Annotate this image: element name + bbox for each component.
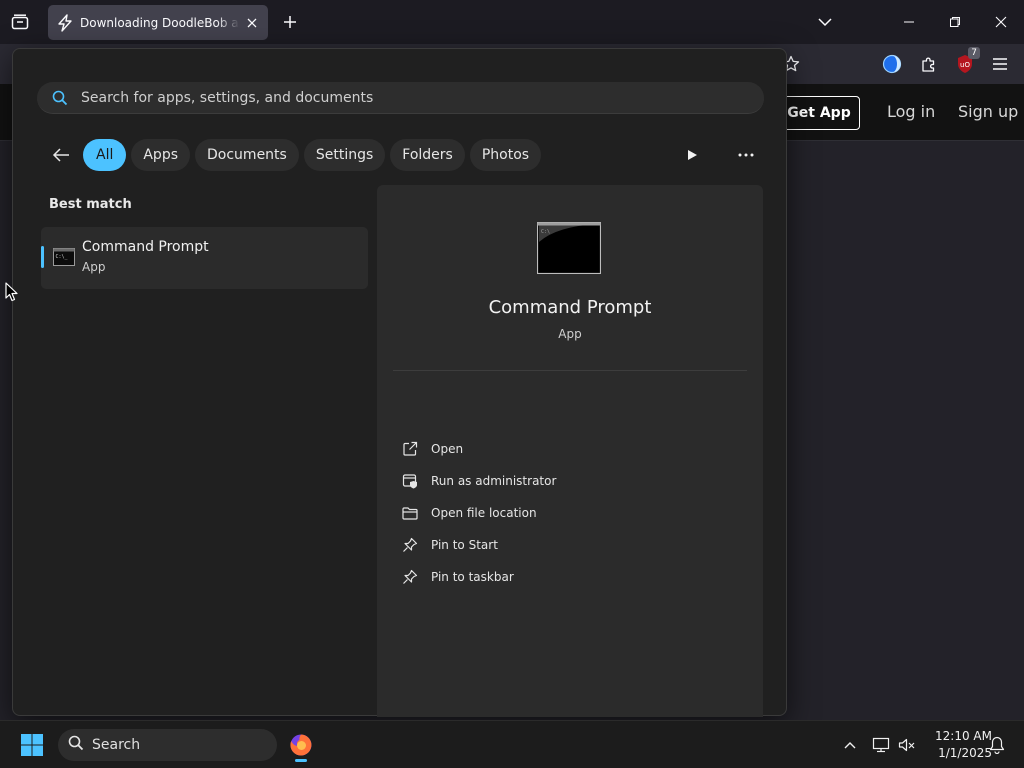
taskbar-search-label: Search (92, 737, 141, 753)
command-prompt-large-icon: C:\ (536, 221, 602, 275)
selection-indicator (41, 246, 44, 268)
filter-bar: All Apps Documents Settings Folders Phot… (47, 138, 546, 172)
svg-text:C:\: C:\ (541, 229, 550, 235)
result-preview-pane: C:\ Command Prompt App Open Run as admin… (377, 185, 763, 717)
action-pin-to-start-label: Pin to Start (431, 538, 498, 552)
back-arrow-icon[interactable] (47, 141, 75, 169)
folder-icon (401, 504, 419, 522)
clock-time: 12:10 AM (935, 729, 992, 743)
filter-all[interactable]: All (83, 139, 127, 171)
search-icon (68, 735, 84, 755)
filter-documents[interactable]: Documents (195, 139, 299, 171)
preview-title: Command Prompt (488, 297, 652, 318)
action-open[interactable]: Open (401, 438, 463, 460)
search-icon (51, 89, 69, 107)
notification-bell-icon[interactable] (986, 734, 1008, 756)
filter-settings[interactable]: Settings (303, 139, 386, 171)
close-tab-icon[interactable] (244, 15, 260, 31)
taskbar: Search 12:10 AM 1/1/2025 (0, 720, 1024, 768)
action-pin-to-start[interactable]: Pin to Start (401, 534, 498, 556)
action-open-file-location[interactable]: Open file location (401, 502, 537, 524)
firefox-taskbar-icon[interactable] (284, 726, 318, 764)
list-all-tabs-chevron-icon[interactable] (814, 11, 836, 33)
minimize-icon[interactable] (898, 11, 920, 33)
preview-subtitle: App (558, 327, 582, 341)
clock-date: 1/1/2025 (938, 746, 992, 760)
action-run-as-admin[interactable]: Run as administrator (401, 470, 556, 492)
volume-muted-icon[interactable] (896, 734, 918, 756)
filter-photos[interactable]: Photos (469, 139, 542, 171)
result-name: Command Prompt (82, 239, 209, 255)
action-pin-to-taskbar[interactable]: Pin to taskbar (401, 566, 514, 588)
svg-text:uO: uO (960, 61, 970, 69)
new-tab-plus-icon[interactable] (280, 12, 300, 32)
restore-icon[interactable] (944, 11, 966, 33)
admin-shield-window-icon (401, 472, 419, 490)
browser-tab-bar: Downloading DoodleBob and t (0, 0, 1024, 44)
tab-manager-icon[interactable] (8, 11, 32, 33)
preview-divider (393, 370, 747, 371)
windows-start-icon[interactable] (12, 726, 52, 764)
taskbar-clock[interactable]: 12:10 AM 1/1/2025 (918, 728, 992, 762)
close-window-icon[interactable] (990, 11, 1012, 33)
pin-icon (401, 536, 419, 554)
svg-text:C:\_: C:\_ (56, 254, 69, 260)
mouse-cursor-icon (5, 282, 19, 302)
blocked-count-badge: 7 (968, 47, 980, 59)
search-box[interactable] (37, 82, 764, 114)
result-type: App (82, 260, 106, 274)
best-match-heading: Best match (49, 197, 132, 212)
sign-up-link[interactable]: Sign up (958, 102, 1018, 121)
windows-search-panel: All Apps Documents Settings Folders Phot… (12, 48, 787, 717)
more-options-icon[interactable] (733, 142, 759, 168)
filter-folders[interactable]: Folders (390, 139, 465, 171)
command-prompt-icon: C:\_ (53, 248, 75, 266)
tab-title: Downloading DoodleBob and t (80, 15, 240, 30)
best-match-result[interactable]: C:\_ Command Prompt App (41, 227, 368, 289)
open-external-icon (401, 440, 419, 458)
browser-tab[interactable]: Downloading DoodleBob and t (48, 5, 268, 40)
dark-reader-icon[interactable] (880, 52, 904, 76)
hamburger-menu-icon[interactable] (988, 52, 1012, 76)
log-in-link[interactable]: Log in (887, 102, 935, 121)
network-icon[interactable] (870, 734, 892, 756)
action-pin-to-taskbar-label: Pin to taskbar (431, 570, 514, 584)
play-icon[interactable] (679, 142, 705, 168)
action-open-file-location-label: Open file location (431, 506, 537, 520)
show-hidden-icons-chevron-icon[interactable] (839, 734, 861, 756)
get-app-button[interactable]: Get App (778, 96, 860, 130)
running-indicator (295, 759, 307, 762)
ublock-shield-icon[interactable]: uO 7 (953, 47, 980, 76)
pin-icon (401, 568, 419, 586)
taskbar-search[interactable]: Search (58, 729, 277, 761)
action-run-as-admin-label: Run as administrator (431, 474, 557, 488)
filter-apps[interactable]: Apps (131, 139, 191, 171)
search-input[interactable] (81, 89, 764, 106)
action-open-label: Open (431, 442, 464, 456)
lightning-icon (56, 13, 74, 32)
extensions-puzzle-icon[interactable] (917, 52, 941, 76)
